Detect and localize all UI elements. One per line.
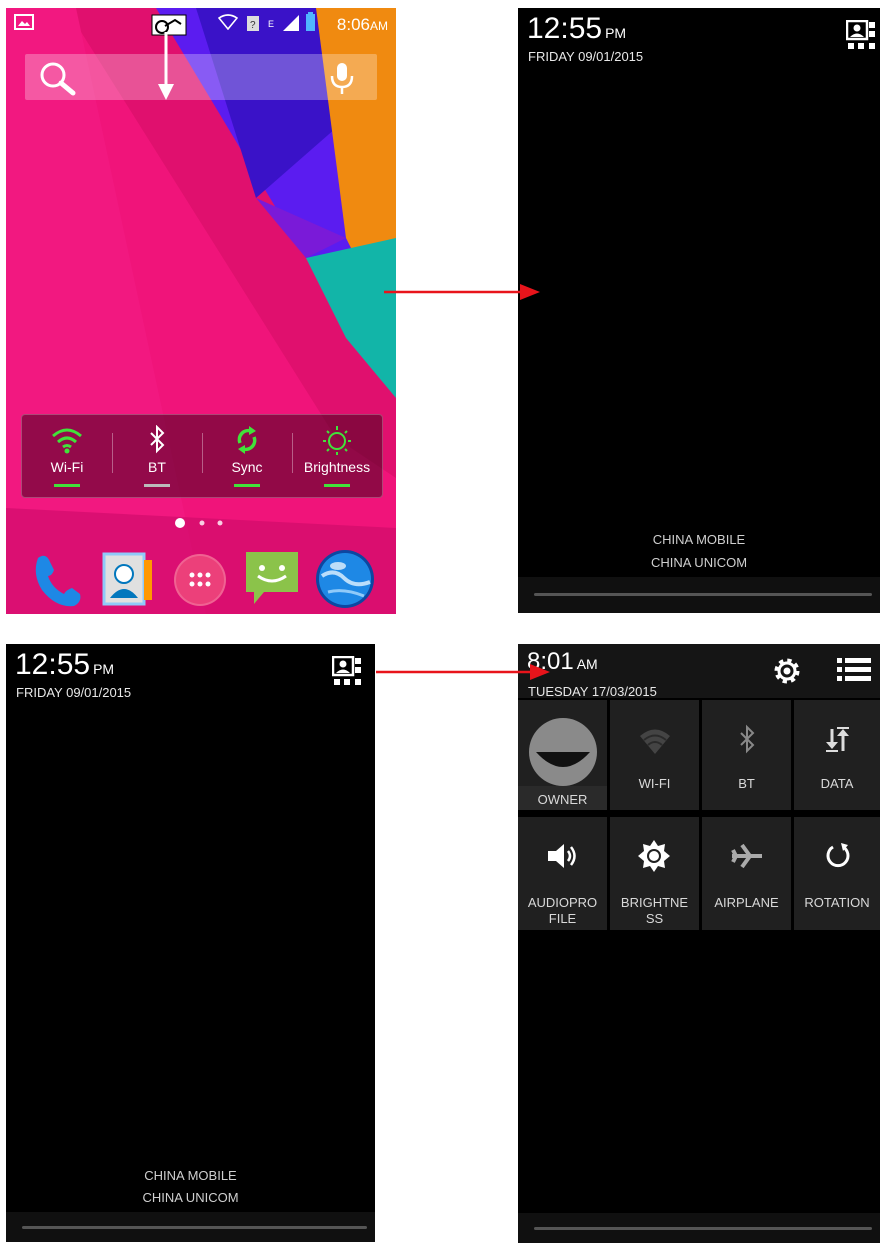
bluetooth-icon bbox=[740, 724, 755, 754]
lock-date: FRIDAY 09/01/2015 bbox=[528, 49, 644, 64]
brightness-icon bbox=[638, 840, 670, 872]
rotation-icon bbox=[826, 843, 850, 868]
transition-arrow-1 bbox=[384, 284, 540, 300]
carrier-2: CHINA UNICOM bbox=[650, 555, 748, 570]
wifi-status-icon bbox=[218, 14, 238, 30]
sim-icon: ? bbox=[247, 16, 259, 31]
bt-toggle[interactable]: BT bbox=[112, 415, 202, 497]
shade-ampm: AM bbox=[576, 656, 598, 672]
status-time: 8:06 bbox=[336, 15, 370, 34]
network-type: E bbox=[268, 19, 275, 29]
microphone-icon[interactable] bbox=[327, 60, 357, 96]
lock-ampm: PM bbox=[93, 661, 115, 677]
tile-audio-profile[interactable]: AUDIOPRO FILE bbox=[518, 817, 607, 930]
lock-time: 12:55 bbox=[15, 648, 91, 681]
data-icon bbox=[826, 727, 849, 752]
notification-list-icon[interactable] bbox=[836, 656, 872, 686]
contacts-icon[interactable] bbox=[100, 550, 156, 608]
signal-icon bbox=[283, 15, 299, 31]
bt-toggle-indicator bbox=[144, 484, 170, 487]
shade-handle[interactable] bbox=[534, 1227, 872, 1230]
shade-date: TUESDAY 17/03/2015 bbox=[528, 684, 657, 699]
sync-icon bbox=[237, 426, 257, 454]
unlock-handle[interactable] bbox=[22, 1226, 367, 1229]
tile-audio-profile-label-line1: AUDIOPRO bbox=[527, 895, 598, 910]
brightness-toggle[interactable]: Brightness bbox=[292, 415, 382, 497]
tile-airplane[interactable]: AIRPLANE bbox=[702, 817, 791, 930]
messaging-icon[interactable] bbox=[242, 548, 302, 608]
unlock-handle[interactable] bbox=[534, 593, 872, 596]
tile-owner[interactable]: OWNER bbox=[518, 700, 607, 810]
power-control-widget: Wi-Fi BT Sync Brightness bbox=[21, 414, 383, 498]
wifi-toggle[interactable]: Wi-Fi bbox=[22, 415, 112, 497]
tile-wifi-label: WI-FI bbox=[638, 776, 671, 791]
home-screen: ? E 8:06AM Wi-Fi BT Sync Brightness bbox=[6, 8, 396, 614]
carrier-2: CHINA UNICOM bbox=[142, 1190, 239, 1205]
svg-text:?: ? bbox=[250, 20, 256, 31]
tile-audio-profile-label-line2: FILE bbox=[548, 911, 577, 926]
tile-data[interactable]: DATA bbox=[794, 700, 880, 810]
navigation-bar bbox=[6, 1212, 375, 1242]
tile-rotation-label: ROTATION bbox=[804, 895, 870, 910]
wifi-toggle-label: Wi-Fi bbox=[50, 459, 84, 475]
quick-settings-shade: 8:01 AM TUESDAY 17/03/2015 OWNER WI-FI B… bbox=[518, 644, 880, 1243]
gallery-notification-icon bbox=[14, 14, 34, 30]
wifi-icon bbox=[52, 428, 82, 454]
carrier-1: CHINA MOBILE bbox=[652, 532, 746, 547]
sync-toggle-label: Sync bbox=[231, 459, 263, 475]
sync-toggle-indicator bbox=[234, 484, 260, 487]
bt-toggle-label: BT bbox=[148, 459, 166, 475]
tile-brightness-label-line1: BRIGHTNE bbox=[620, 895, 689, 910]
owner-avatar-icon bbox=[529, 718, 597, 786]
lock-screen-bottom: 12:55 PM FRIDAY 09/01/2015 CHINA MOBILE C… bbox=[6, 644, 375, 1242]
tile-data-label: DATA bbox=[820, 776, 854, 791]
swipe-down-arrow bbox=[158, 32, 174, 100]
user-switcher-icon[interactable] bbox=[332, 656, 362, 688]
lock-date: FRIDAY 09/01/2015 bbox=[16, 685, 132, 700]
navigation-bar bbox=[518, 1213, 880, 1243]
volume-icon bbox=[548, 844, 576, 868]
search-icon[interactable] bbox=[37, 60, 81, 96]
airplane-icon bbox=[731, 843, 762, 869]
lock-time: 12:55 bbox=[527, 12, 603, 45]
settings-gear-icon[interactable] bbox=[772, 656, 802, 686]
tile-bt-label: BT bbox=[738, 776, 755, 791]
bluetooth-icon bbox=[150, 425, 165, 454]
phone-icon[interactable] bbox=[28, 550, 88, 610]
status-bar: ? E 8:06AM bbox=[6, 8, 396, 38]
tile-brightness-label-line2: SS bbox=[645, 911, 664, 926]
page-indicator bbox=[175, 518, 223, 528]
tile-wifi[interactable]: WI-FI bbox=[610, 700, 699, 810]
battery-icon bbox=[306, 12, 315, 31]
status-clock: 8:06AM bbox=[337, 15, 388, 35]
lock-clock: 12:55 PM bbox=[15, 648, 114, 682]
lock-clock: 12:55 PM bbox=[527, 12, 626, 46]
google-search-bar[interactable] bbox=[25, 54, 377, 100]
brightness-icon bbox=[323, 426, 351, 455]
lock-ampm: PM bbox=[605, 25, 627, 41]
browser-icon[interactable] bbox=[314, 548, 376, 610]
shade-header: 8:01 AM TUESDAY 17/03/2015 bbox=[518, 644, 880, 699]
carrier-1: CHINA MOBILE bbox=[144, 1168, 237, 1183]
lock-screen-top: 12:55 PM FRIDAY 09/01/2015 CHINA MOBILE C… bbox=[518, 8, 880, 613]
tile-audio-profile-label: AUDIOPRO FILE bbox=[518, 895, 607, 927]
sync-toggle[interactable]: Sync bbox=[202, 415, 292, 497]
brightness-toggle-indicator bbox=[324, 484, 350, 487]
wifi-icon bbox=[640, 729, 670, 754]
app-drawer-icon[interactable] bbox=[172, 552, 228, 608]
navigation-bar bbox=[518, 577, 880, 613]
tile-airplane-label: AIRPLANE bbox=[714, 895, 779, 910]
app-dock bbox=[6, 540, 396, 614]
brightness-toggle-label: Brightness bbox=[303, 459, 371, 475]
status-ampm: AM bbox=[370, 19, 388, 33]
user-switcher-icon[interactable] bbox=[846, 20, 876, 52]
tile-brightness-label: BRIGHTNE SS bbox=[610, 895, 699, 927]
transition-arrow-2 bbox=[376, 664, 550, 680]
tile-bt[interactable]: BT bbox=[702, 700, 791, 810]
tile-rotation[interactable]: ROTATION bbox=[794, 817, 880, 930]
wifi-toggle-indicator bbox=[54, 484, 80, 487]
tile-owner-label: OWNER bbox=[537, 792, 588, 807]
tile-brightness[interactable]: BRIGHTNE SS bbox=[610, 817, 699, 930]
